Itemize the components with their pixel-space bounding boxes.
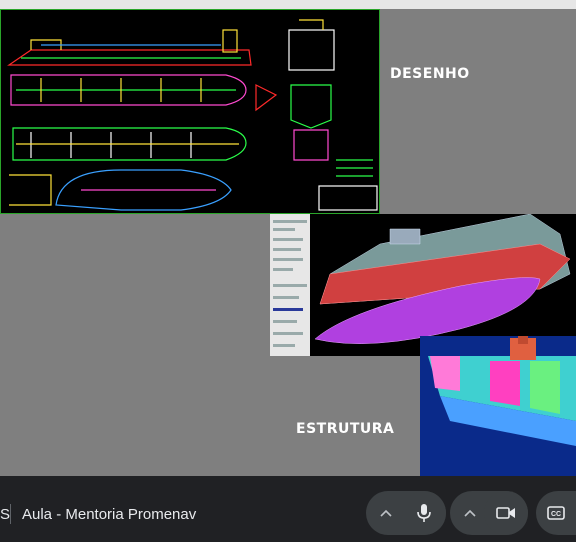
separator: [10, 504, 11, 524]
svg-text:CC: CC: [551, 511, 561, 518]
structure-3d-image: [420, 336, 576, 476]
label-structure: ESTRUTURA: [296, 421, 395, 437]
captions-icon: CC: [547, 506, 565, 520]
slide-top-strip: [0, 0, 576, 9]
ship-drawing-icon: [7, 19, 378, 211]
chevron-up-icon[interactable]: [368, 491, 404, 535]
cad-drawing-image: [0, 9, 380, 214]
label-drawing: DESENHO: [390, 66, 470, 82]
microphone-button[interactable]: [402, 491, 446, 535]
presentation-slide: DESENHO ESTRUTURA: [0, 0, 576, 476]
software-properties-panel: [270, 214, 310, 356]
chevron-up-icon[interactable]: [452, 491, 488, 535]
microphone-icon: [417, 504, 431, 522]
camera-icon: [496, 507, 515, 519]
camera-button[interactable]: [484, 491, 528, 535]
colored-hull-icon: [428, 336, 576, 446]
meeting-title: Aula - Mentoria Promenav: [22, 506, 197, 523]
meeting-time-fragment: S: [0, 506, 11, 523]
captions-button[interactable]: CC: [536, 491, 576, 535]
fem-model-image: [270, 214, 576, 356]
hull-mesh-icon: [314, 214, 571, 344]
